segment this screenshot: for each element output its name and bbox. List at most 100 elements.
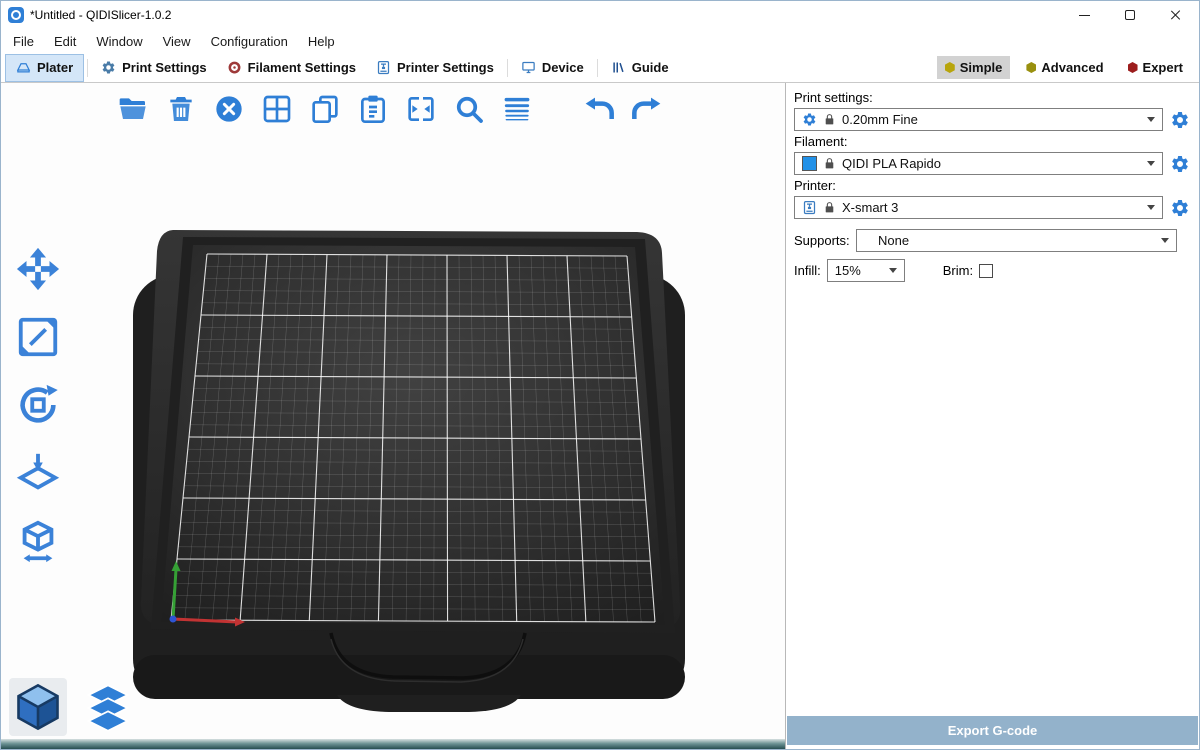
gear-icon [1170, 198, 1190, 218]
menu-edit[interactable]: Edit [44, 34, 86, 49]
export-gcode-button[interactable]: Export G-code [787, 716, 1198, 745]
tab-filament-settings[interactable]: Filament Settings [217, 54, 366, 82]
layer-lines-icon [501, 93, 533, 125]
tab-print-settings[interactable]: Print Settings [91, 54, 217, 82]
mode-label: Expert [1143, 60, 1183, 75]
delete-button[interactable] [161, 89, 201, 129]
tab-device[interactable]: Device [511, 54, 594, 82]
printer-icon [802, 200, 817, 215]
chevron-down-icon [1147, 117, 1155, 122]
redo-button[interactable] [627, 89, 667, 129]
move-tool-button[interactable] [7, 241, 69, 296]
layer-height-button[interactable] [497, 89, 537, 129]
chevron-down-icon [889, 268, 897, 273]
lock-icon [823, 113, 836, 126]
bed-handle [337, 695, 521, 712]
measure-cube-icon [15, 518, 61, 564]
supports-combo[interactable]: None [856, 229, 1177, 252]
menu-window[interactable]: Window [86, 34, 152, 49]
print-settings-combo[interactable]: 0.20mm Fine [794, 108, 1163, 131]
mode-expert[interactable]: Expert [1120, 56, 1191, 79]
app-logo-icon [8, 7, 24, 23]
folder-open-icon [117, 93, 149, 125]
filament-combo[interactable]: QIDI PLA Rapido [794, 152, 1163, 175]
brim-checkbox[interactable] [979, 264, 993, 278]
printer-icon [376, 60, 391, 75]
minimize-button[interactable] [1061, 1, 1107, 29]
gear-icon [1170, 110, 1190, 130]
filament-value: QIDI PLA Rapido [842, 156, 1141, 171]
filament-spool-icon [227, 60, 242, 75]
layers-stack-icon [82, 681, 134, 733]
menu-file[interactable]: File [3, 34, 44, 49]
measure-tool-button[interactable] [7, 513, 69, 568]
rotate-icon [15, 382, 61, 428]
preview-view-button[interactable] [79, 678, 137, 736]
chevron-down-icon [1147, 161, 1155, 166]
supports-value: None [864, 233, 1155, 248]
printer-label: Printer: [794, 178, 1191, 193]
printer-combo[interactable]: X-smart 3 [794, 196, 1163, 219]
open-button[interactable] [113, 89, 153, 129]
infill-combo[interactable]: 15% [827, 259, 905, 282]
copy-button[interactable] [305, 89, 345, 129]
undo-button[interactable] [579, 89, 619, 129]
tab-label: Plater [37, 60, 73, 75]
infill-value: 15% [835, 263, 883, 278]
tab-label: Guide [632, 60, 669, 75]
move-arrows-icon [15, 246, 61, 292]
minimize-icon [1079, 15, 1090, 16]
printer-gear-button[interactable] [1169, 197, 1191, 219]
mode-label: Advanced [1041, 60, 1103, 75]
menu-configuration[interactable]: Configuration [201, 34, 298, 49]
menu-help[interactable]: Help [298, 34, 345, 49]
tab-plater[interactable]: Plater [5, 54, 84, 82]
print-bed[interactable] [127, 225, 691, 721]
gear-icon [101, 60, 116, 75]
mode-hex-icon [1128, 62, 1138, 73]
viewport-3d[interactable] [1, 83, 786, 749]
split-button[interactable] [401, 89, 441, 129]
redo-arrow-icon [631, 93, 663, 125]
plater-icon [16, 60, 31, 75]
view-toolbar [9, 678, 137, 736]
rotate-tool-button[interactable] [7, 377, 69, 432]
circle-x-icon [213, 93, 245, 125]
monitor-icon [521, 60, 536, 75]
lock-icon [823, 201, 836, 214]
maximize-button[interactable] [1107, 1, 1153, 29]
paste-button[interactable] [353, 89, 393, 129]
mode-label: Simple [960, 60, 1003, 75]
window-title: *Untitled - QIDISlicer-1.0.2 [30, 8, 171, 22]
split-icon [405, 93, 437, 125]
titlebar[interactable]: *Untitled - QIDISlicer-1.0.2 [1, 1, 1199, 29]
delete-all-button[interactable] [209, 89, 249, 129]
close-button[interactable] [1153, 1, 1199, 29]
gear-icon [1170, 154, 1190, 174]
filament-gear-button[interactable] [1169, 153, 1191, 175]
print-settings-gear-button[interactable] [1169, 109, 1191, 131]
supports-label: Supports: [794, 233, 850, 248]
menu-view[interactable]: View [153, 34, 201, 49]
scale-tool-button[interactable] [7, 309, 69, 364]
mode-hex-icon [945, 62, 955, 73]
arrange-grid-icon [261, 93, 293, 125]
search-icon [453, 93, 485, 125]
tab-label: Device [542, 60, 584, 75]
mode-hex-icon [1026, 62, 1036, 73]
mode-advanced[interactable]: Advanced [1018, 56, 1111, 79]
place-on-face-tool-button[interactable] [7, 445, 69, 500]
maximize-icon [1125, 10, 1135, 20]
tab-printer-settings[interactable]: Printer Settings [366, 54, 504, 82]
copy-icon [309, 93, 341, 125]
mode-simple[interactable]: Simple [937, 56, 1011, 79]
print-settings-label: Print settings: [794, 90, 1191, 105]
viewport-floor [1, 739, 785, 749]
menubar: File Edit Window View Configuration Help [1, 29, 1199, 53]
arrange-button[interactable] [257, 89, 297, 129]
flatten-icon [15, 450, 61, 496]
search-button[interactable] [449, 89, 489, 129]
left-toolbar [7, 241, 69, 568]
tab-guide[interactable]: Guide [601, 54, 679, 82]
editor-view-button[interactable] [9, 678, 67, 736]
